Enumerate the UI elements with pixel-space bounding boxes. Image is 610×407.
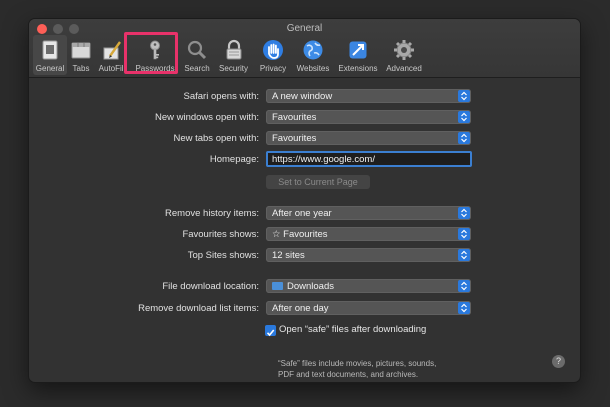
top-sites-label: Top Sites shows: bbox=[187, 250, 259, 261]
extensions-icon bbox=[349, 41, 367, 59]
new-windows-value: Favourites bbox=[272, 111, 317, 123]
row-safari-opens-with: Safari opens with: A new window bbox=[29, 89, 580, 105]
chevron-up-down-icon bbox=[458, 132, 470, 144]
preferences-window: General General Tabs AutoFill Passwords … bbox=[29, 19, 580, 382]
tab-security[interactable]: Security bbox=[213, 35, 254, 75]
tab-extensions-label: Extensions bbox=[338, 64, 378, 73]
row-open-safe-files: Open “safe” files after downloading bbox=[29, 324, 580, 340]
download-location-popup[interactable]: Downloads bbox=[266, 279, 471, 293]
tab-general[interactable]: General bbox=[33, 35, 67, 75]
new-tabs-label: New tabs open with: bbox=[173, 133, 259, 144]
tab-tabs[interactable]: Tabs bbox=[67, 35, 95, 75]
set-to-current-page-button[interactable]: Set to Current Page bbox=[266, 175, 370, 189]
new-tabs-value: Favourites bbox=[272, 132, 317, 144]
remove-download-items-value: After one day bbox=[272, 302, 329, 314]
row-remove-history: Remove history items: After one year bbox=[29, 206, 580, 222]
homepage-label: Homepage: bbox=[209, 154, 259, 165]
row-new-windows: New windows open with: Favourites bbox=[29, 110, 580, 126]
row-set-current-page: Set to Current Page bbox=[29, 175, 580, 191]
tab-autofill-label: AutoFill bbox=[98, 64, 126, 73]
folder-icon bbox=[272, 281, 283, 290]
favourites-shows-label: Favourites shows: bbox=[182, 229, 259, 240]
safari-opens-with-label: Safari opens with: bbox=[183, 91, 259, 102]
safari-opens-with-popup[interactable]: A new window bbox=[266, 89, 471, 103]
tabs-icon bbox=[71, 42, 91, 59]
tab-websites-label: Websites bbox=[296, 64, 330, 73]
row-top-sites: Top Sites shows: 12 sites bbox=[29, 248, 580, 264]
tab-advanced[interactable]: Advanced bbox=[382, 35, 426, 75]
row-homepage: Homepage: https://www.google.com/ bbox=[29, 151, 580, 168]
autofill-icon bbox=[103, 41, 121, 60]
remove-history-label: Remove history items: bbox=[165, 208, 259, 219]
top-sites-value: 12 sites bbox=[272, 249, 305, 261]
open-safe-files-checkbox[interactable] bbox=[265, 325, 276, 337]
remove-history-popup[interactable]: After one year bbox=[266, 206, 471, 220]
tab-general-label: General bbox=[35, 64, 65, 73]
safe-files-note: “Safe” files include movies, pictures, s… bbox=[278, 359, 437, 379]
download-location-label: File download location: bbox=[162, 281, 259, 292]
hand-icon bbox=[263, 40, 283, 60]
tab-security-label: Security bbox=[219, 64, 248, 73]
new-windows-label: New windows open with: bbox=[154, 112, 259, 123]
row-new-tabs: New tabs open with: Favourites bbox=[29, 131, 580, 147]
homepage-value: https://www.google.com/ bbox=[272, 154, 375, 165]
chevron-up-down-icon bbox=[458, 302, 470, 314]
lock-icon bbox=[226, 39, 241, 60]
favourites-shows-value: ☆ Favourites bbox=[272, 228, 328, 240]
homepage-field[interactable]: https://www.google.com/ bbox=[266, 151, 472, 167]
general-icon bbox=[42, 40, 58, 60]
tab-advanced-label: Advanced bbox=[386, 64, 422, 73]
remove-history-value: After one year bbox=[272, 207, 332, 219]
safari-opens-with-value: A new window bbox=[272, 90, 333, 102]
tab-search-label: Search bbox=[184, 64, 210, 73]
tab-websites[interactable]: Websites bbox=[292, 35, 334, 75]
chevron-up-down-icon bbox=[458, 111, 470, 123]
row-favourites-shows: Favourites shows: ☆ Favourites bbox=[29, 227, 580, 243]
tab-search[interactable]: Search bbox=[181, 35, 213, 75]
passwords-highlight-box bbox=[124, 32, 178, 74]
tab-extensions[interactable]: Extensions bbox=[334, 35, 382, 75]
tab-privacy[interactable]: Privacy bbox=[254, 35, 292, 75]
tab-tabs-label: Tabs bbox=[72, 64, 90, 73]
new-windows-popup[interactable]: Favourites bbox=[266, 110, 471, 124]
favourites-shows-popup[interactable]: ☆ Favourites bbox=[266, 227, 471, 241]
open-safe-files-label[interactable]: Open “safe” files after downloading bbox=[279, 324, 426, 335]
globe-icon bbox=[303, 40, 323, 60]
remove-download-items-popup[interactable]: After one day bbox=[266, 301, 471, 315]
gear-icon bbox=[394, 40, 414, 60]
new-tabs-popup[interactable]: Favourites bbox=[266, 131, 471, 145]
title-bar: General General Tabs AutoFill Passwords … bbox=[29, 19, 580, 78]
top-sites-popup[interactable]: 12 sites bbox=[266, 248, 471, 262]
help-button[interactable]: ? bbox=[552, 355, 565, 368]
chevron-up-down-icon bbox=[458, 280, 470, 292]
row-download-location: File download location: Downloads bbox=[29, 279, 580, 295]
window-title: General bbox=[286, 23, 323, 34]
download-location-value: Downloads bbox=[287, 280, 334, 292]
general-pane: Safari opens with: A new window New wind… bbox=[29, 78, 580, 382]
search-icon bbox=[187, 40, 207, 60]
tab-privacy-label: Privacy bbox=[259, 64, 287, 73]
preferences-toolbar: General Tabs AutoFill Passwords Search S… bbox=[33, 35, 426, 75]
chevron-up-down-icon bbox=[458, 249, 470, 261]
chevron-up-down-icon bbox=[458, 90, 470, 102]
download-location-value-wrap: Downloads bbox=[272, 281, 334, 292]
checkmark-icon bbox=[266, 329, 275, 337]
chevron-up-down-icon bbox=[458, 207, 470, 219]
remove-download-items-label: Remove download list items: bbox=[138, 303, 259, 314]
chevron-up-down-icon bbox=[458, 228, 470, 240]
row-remove-download-items: Remove download list items: After one da… bbox=[29, 301, 580, 317]
